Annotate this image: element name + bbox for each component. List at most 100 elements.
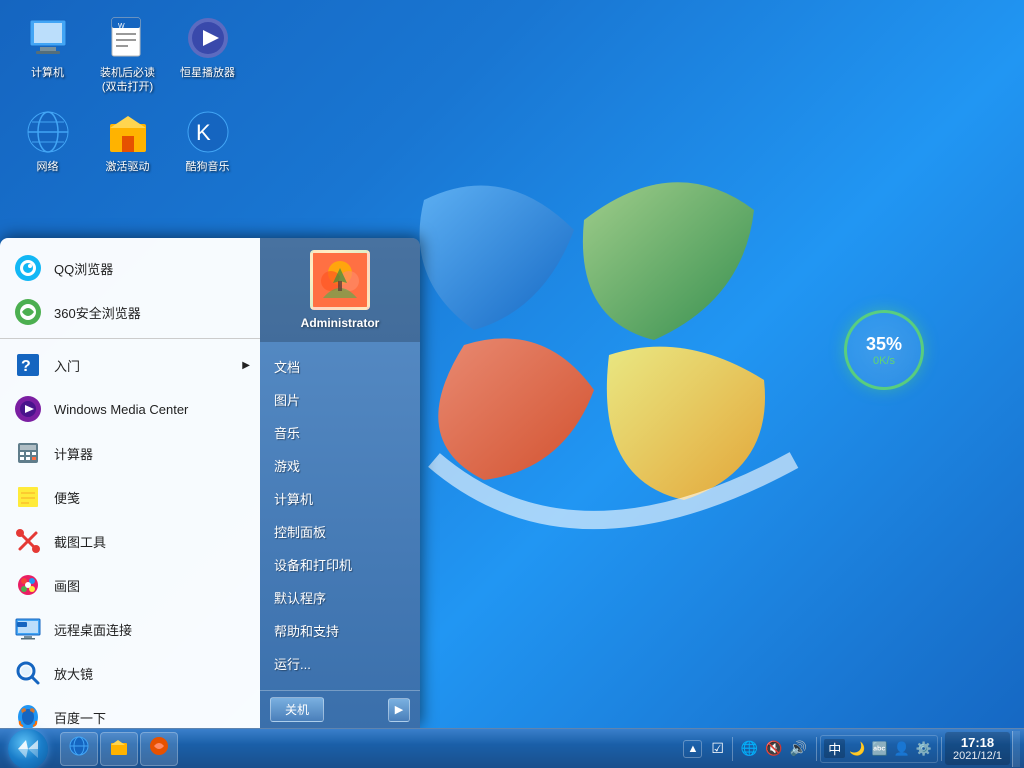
clock-date: 2021/12/1: [953, 750, 1002, 762]
tray-user-icon[interactable]: 👤: [892, 739, 912, 759]
start-button[interactable]: [0, 729, 56, 768]
snip-tool-label: 截图工具: [54, 532, 106, 551]
start-menu-items: QQ浏览器 360安全浏览器: [0, 238, 260, 728]
getting-started-arrow: ▶: [242, 360, 250, 371]
right-item-music[interactable]: 音乐: [260, 416, 420, 449]
sticky-notes-icon: [12, 481, 44, 513]
user-avatar[interactable]: [310, 250, 370, 310]
tray-network-icon[interactable]: 🌐: [739, 738, 760, 759]
taskbar: ▲ ☑ 🌐 🔇 🔊 中 🌙 🔤 👤 ⚙️ 17:18 2021/12/1: [0, 728, 1024, 768]
driver-label: 激活驱动: [106, 160, 150, 174]
icon-row-2: 网络 激活驱动 K 酷狗: [10, 104, 245, 178]
desktop-icon-media-player[interactable]: 恒星播放器: [170, 10, 245, 99]
windows-logo: [374, 80, 824, 580]
right-item-help[interactable]: 帮助和支持: [260, 614, 420, 647]
right-item-defaults[interactable]: 默认程序: [260, 581, 420, 614]
start-item-baidu[interactable]: 百度一下: [0, 695, 260, 728]
notify-expand[interactable]: ▲: [683, 740, 702, 758]
right-item-documents[interactable]: 文档: [260, 350, 420, 383]
tray-separator-main: [816, 737, 817, 761]
ie-360-icon: [12, 296, 44, 328]
lang-indicator[interactable]: 中: [824, 739, 845, 758]
driver-icon: [104, 108, 152, 156]
start-item-media-center[interactable]: Windows Media Center: [0, 387, 260, 431]
getting-started-icon: ?: [12, 349, 44, 381]
start-item-snip-tool[interactable]: 截图工具: [0, 519, 260, 563]
tray-moon2-icon[interactable]: 🌙: [847, 739, 867, 759]
calculator-label: 计算器: [54, 444, 93, 463]
magnifier-label: 放大镜: [54, 664, 93, 683]
computer-icon: [24, 14, 72, 62]
shutdown-bar: 关机 ▶: [260, 690, 420, 728]
taskbar-item-explorer[interactable]: [100, 732, 138, 766]
desktop: 计算机 W 装机后必读(双击打开): [0, 0, 1024, 768]
user-name: Administrator: [301, 316, 380, 330]
magnifier-icon: [12, 657, 44, 689]
music-label: 酷狗音乐: [186, 160, 230, 174]
start-orb: [8, 729, 48, 768]
taskbar-item-ie[interactable]: [60, 732, 98, 766]
baidu-label: 百度一下: [54, 708, 106, 727]
paint-label: 画图: [54, 576, 80, 595]
menu-divider-1: [0, 338, 260, 339]
start-item-calculator[interactable]: 计算器: [0, 431, 260, 475]
taskbar-ie-icon: [69, 736, 89, 761]
notify-area: 中 🌙 🔤 👤 ⚙️: [820, 735, 938, 763]
svg-text:W: W: [118, 23, 125, 30]
right-item-games[interactable]: 游戏: [260, 449, 420, 482]
start-item-remote-desktop[interactable]: 远程桌面连接: [0, 607, 260, 651]
right-item-run[interactable]: 运行...: [260, 647, 420, 680]
qq-browser-label: QQ浏览器: [54, 259, 113, 278]
shutdown-arrow[interactable]: ▶: [388, 698, 410, 722]
network-label: 网络: [37, 160, 59, 174]
desktop-icon-computer[interactable]: 计算机: [10, 10, 85, 99]
tray-checkbox-icon[interactable]: ☑: [709, 738, 726, 759]
icon-row-1: 计算机 W 装机后必读(双击打开): [10, 10, 245, 99]
paint-icon: [12, 569, 44, 601]
desktop-icon-driver[interactable]: 激活驱动: [90, 104, 165, 178]
start-item-sticky-notes[interactable]: 便笺: [0, 475, 260, 519]
post-install-icon: W: [104, 14, 152, 62]
start-item-360-browser[interactable]: 360安全浏览器: [0, 290, 260, 334]
computer-label: 计算机: [31, 66, 64, 80]
system-tray: ▲ ☑ 🌐 🔇 🔊 中 🌙 🔤 👤 ⚙️ 17:18 2021/12/1: [679, 729, 1024, 768]
post-install-label: 装机后必读(双击打开): [94, 66, 161, 95]
media-center-label: Windows Media Center: [54, 402, 188, 417]
desktop-icon-post-install[interactable]: W 装机后必读(双击打开): [90, 10, 165, 99]
right-item-pictures[interactable]: 图片: [260, 383, 420, 416]
media-center-icon: [12, 393, 44, 425]
tray-moon-icon[interactable]: 🔇: [763, 738, 784, 759]
start-item-paint[interactable]: 画图: [0, 563, 260, 607]
windows-orb-icon: [16, 737, 40, 761]
speed-widget: 35% 0K/s: [844, 310, 924, 390]
shutdown-button[interactable]: 关机: [270, 697, 324, 722]
right-item-control-panel[interactable]: 控制面板: [260, 515, 420, 548]
taskbar-explorer-icon: [109, 736, 129, 761]
tray-text-icon[interactable]: 🔤: [869, 739, 889, 759]
show-desktop-button[interactable]: [1012, 731, 1020, 767]
tray-volume-icon[interactable]: 🔊: [788, 738, 809, 759]
desktop-icons-container: 计算机 W 装机后必读(双击打开): [10, 10, 245, 178]
right-item-devices[interactable]: 设备和打印机: [260, 548, 420, 581]
remote-desktop-icon: [12, 613, 44, 645]
taskbar-item-ie2[interactable]: [140, 732, 178, 766]
clock[interactable]: 17:18 2021/12/1: [945, 732, 1010, 765]
svg-text:?: ?: [21, 358, 31, 375]
media-player-label: 恒星播放器: [180, 66, 235, 80]
desktop-icon-music[interactable]: K 酷狗音乐: [170, 104, 245, 178]
desktop-icon-network[interactable]: 网络: [10, 104, 85, 178]
media-player-icon: [184, 14, 232, 62]
start-item-magnifier[interactable]: 放大镜: [0, 651, 260, 695]
tray-gear-icon[interactable]: ⚙️: [914, 739, 934, 759]
tray-separator-clock: [941, 737, 942, 761]
remote-desktop-label: 远程桌面连接: [54, 620, 132, 639]
network-icon: [24, 108, 72, 156]
taskbar-ie2-icon: [149, 736, 169, 761]
sticky-notes-label: 便笺: [54, 488, 80, 507]
calculator-icon: [12, 437, 44, 469]
start-menu: QQ浏览器 360安全浏览器: [0, 238, 420, 728]
right-item-computer[interactable]: 计算机: [260, 482, 420, 515]
start-item-getting-started[interactable]: ? 入门 ▶: [0, 343, 260, 387]
start-item-qq-browser[interactable]: QQ浏览器: [0, 246, 260, 290]
svg-text:K: K: [196, 120, 211, 145]
